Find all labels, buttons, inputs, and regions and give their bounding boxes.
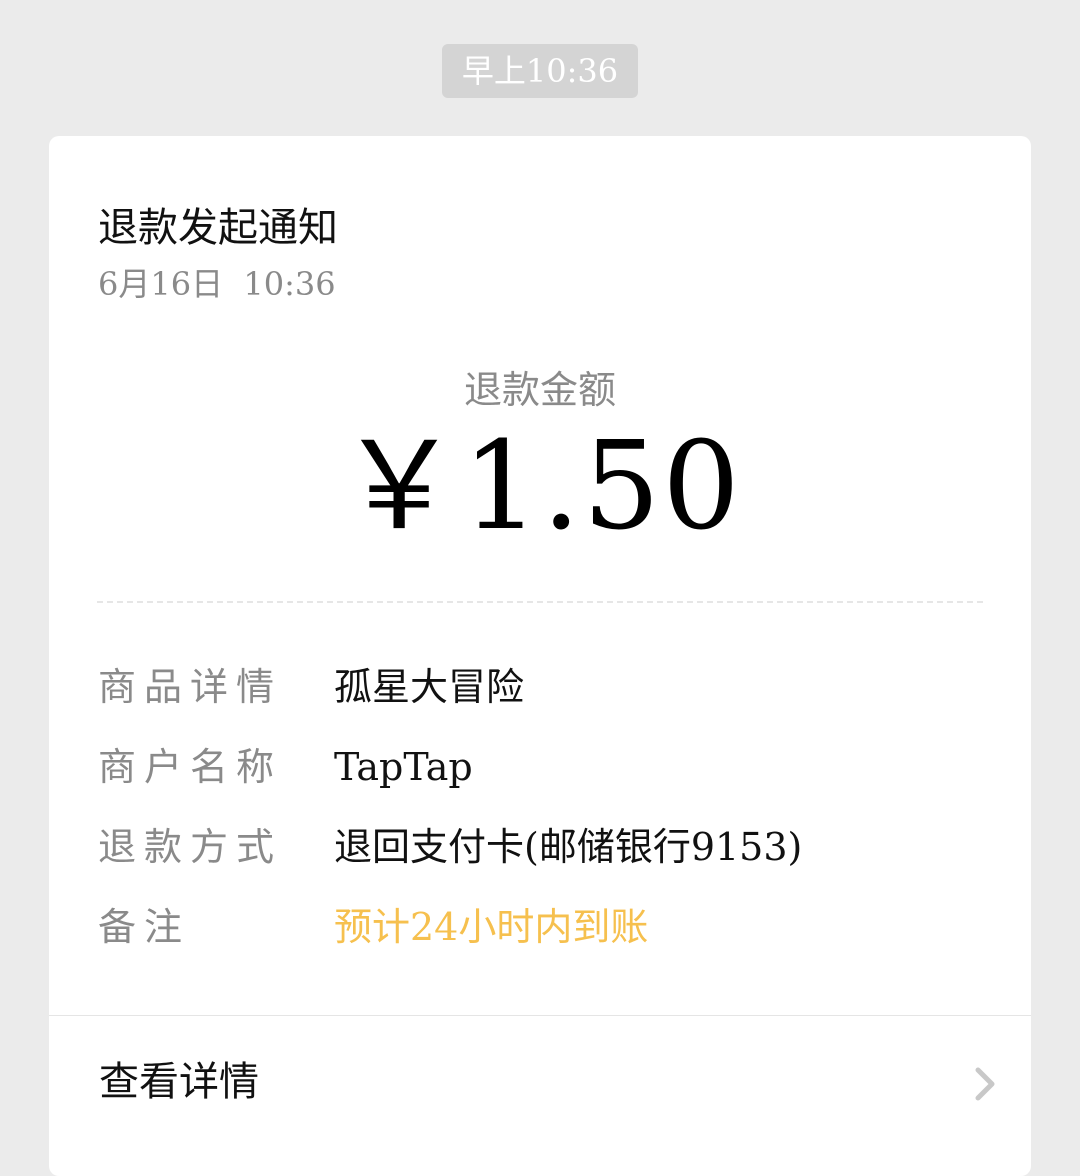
merchant-name-value: TapTap bbox=[334, 745, 473, 789]
remark-value: 预计24小时内到账 bbox=[334, 905, 649, 949]
view-details-label: 查看详情 bbox=[99, 1059, 259, 1105]
info-row-merchant: 商户名称 TapTap bbox=[98, 737, 998, 797]
card-divider bbox=[49, 1015, 1031, 1016]
product-details-label: 商品详情 bbox=[98, 665, 283, 709]
refund-method-value: 退回支付卡(邮储银行9153) bbox=[334, 825, 803, 869]
view-details-button[interactable]: 查看详情 bbox=[49, 1040, 1031, 1130]
chat-timestamp: 早上10:36 bbox=[441, 44, 639, 98]
refund-method-label: 退款方式 bbox=[98, 825, 283, 869]
remark-label: 备注 bbox=[98, 905, 191, 949]
info-row-product: 商品详情 孤星大冒险 bbox=[98, 657, 998, 717]
info-row-remark: 备注 预计24小时内到账 bbox=[98, 897, 998, 957]
refund-amount-label: 退款金额 bbox=[463, 368, 616, 412]
refund-amount-value: ￥1.50 bbox=[338, 415, 742, 557]
card-date: 6月16日 10:36 bbox=[98, 265, 336, 303]
chat-timestamp-wrap: 早上10:36 bbox=[0, 44, 1080, 98]
chevron-right-icon bbox=[975, 1067, 995, 1101]
dashed-divider bbox=[97, 601, 983, 603]
product-details-value: 孤星大冒险 bbox=[334, 665, 525, 709]
info-row-refund-method: 退款方式 退回支付卡(邮储银行9153) bbox=[98, 817, 998, 877]
card-title: 退款发起通知 bbox=[98, 205, 338, 251]
merchant-name-label: 商户名称 bbox=[98, 745, 283, 789]
